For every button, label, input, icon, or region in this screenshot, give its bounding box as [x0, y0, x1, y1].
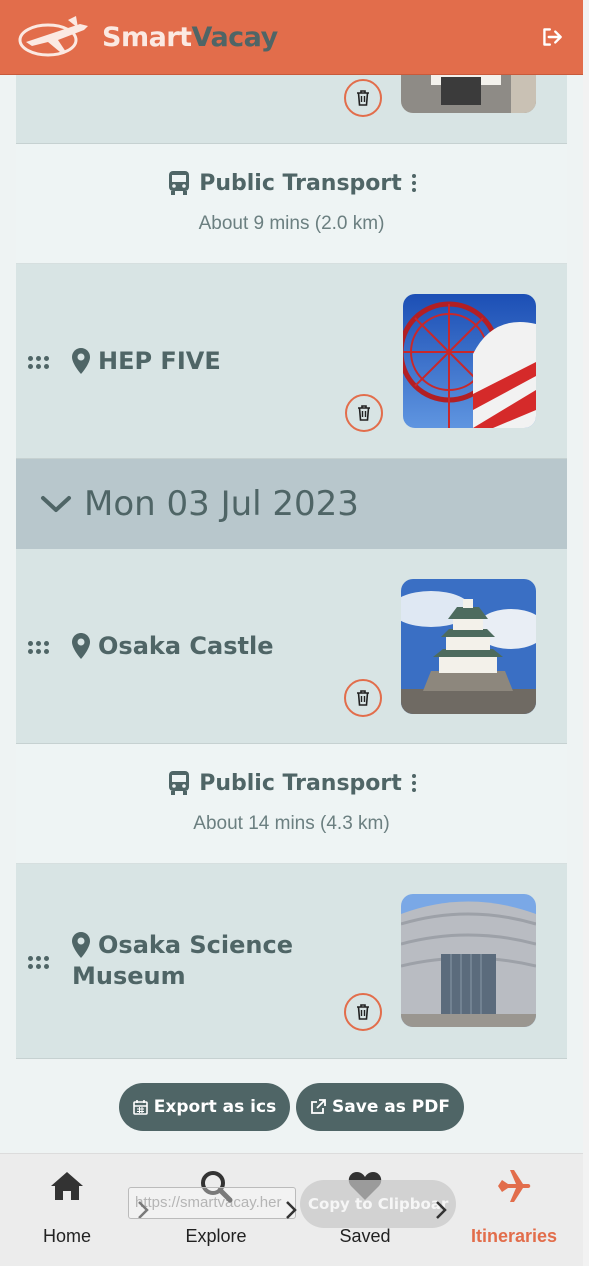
drag-handle-icon[interactable] [28, 641, 50, 655]
export-ics-button[interactable]: Export as ics [119, 1083, 290, 1131]
day-header[interactable]: Mon 03 Jul 2023 [16, 459, 567, 549]
trash-icon [358, 405, 370, 421]
chevron-right-icon[interactable] [434, 1199, 448, 1221]
save-pdf-button[interactable]: Save as PDF [296, 1083, 464, 1131]
delete-button[interactable] [344, 79, 382, 117]
trash-icon [357, 90, 369, 106]
map-pin-icon [72, 348, 90, 374]
page-scrollbar[interactable] [583, 0, 589, 1266]
bus-icon [169, 171, 190, 195]
place-card-osaka-science-museum[interactable]: Osaka Science Museum [16, 864, 567, 1059]
copy-to-clipboard-button[interactable]: Copy to Clipboar [300, 1180, 456, 1228]
place-card-hep-five[interactable]: HEP FIVE [16, 264, 567, 459]
transport-title: Public Transport [199, 770, 402, 796]
place-card-previous[interactable] [16, 15, 567, 144]
place-name[interactable]: HEP FIVE [98, 346, 221, 377]
brand-part-2: Vacay [191, 21, 279, 53]
map-pin-icon [72, 633, 90, 659]
calendar-icon [132, 1100, 148, 1115]
more-options-icon[interactable] [411, 174, 416, 192]
transport-segment[interactable]: Public Transport About 9 mins (2.0 km) [16, 144, 567, 264]
nav-itineraries-label: Itineraries [470, 1226, 558, 1246]
day-date: Mon 03 Jul 2023 [84, 484, 359, 524]
place-photo [401, 579, 536, 714]
place-name[interactable]: Osaka Science Museum [72, 930, 332, 992]
place-name[interactable]: Osaka Castle [98, 631, 273, 662]
app-header: SmartVacay [0, 0, 583, 75]
transport-title: Public Transport [199, 170, 402, 196]
chevron-right-icon[interactable] [284, 1199, 298, 1221]
place-photo [401, 894, 536, 1027]
place-photo [403, 294, 536, 428]
transport-segment[interactable]: Public Transport About 14 mins (4.3 km) [16, 744, 567, 864]
drag-handle-icon[interactable] [28, 356, 50, 370]
airplane-logo-icon [18, 16, 88, 57]
home-icon [51, 1172, 83, 1200]
bus-icon [169, 771, 190, 795]
more-options-icon[interactable] [411, 774, 416, 792]
nav-home[interactable]: Home [0, 1154, 140, 1266]
delete-button[interactable] [344, 679, 382, 717]
trash-icon [357, 690, 369, 706]
share-url-field[interactable]: https://smartvacay.her [128, 1187, 296, 1219]
nav-home-label: Home [42, 1226, 91, 1246]
transport-title-row: Public Transport [16, 770, 567, 796]
brand-part-1: Smart [102, 21, 192, 53]
place-card-osaka-castle[interactable]: Osaka Castle [16, 549, 567, 744]
external-link-icon [311, 1099, 326, 1114]
nav-explore-label: Explore [185, 1226, 247, 1246]
save-pdf-label: Save as PDF [332, 1097, 450, 1117]
brand-name: SmartVacay [102, 22, 278, 53]
export-ics-label: Export as ics [153, 1097, 277, 1117]
chevron-down-icon[interactable] [40, 494, 72, 514]
delete-button[interactable] [344, 993, 382, 1031]
place-name-line-2: Museum [72, 962, 186, 990]
nav-itineraries[interactable]: Itineraries [441, 1154, 587, 1266]
app-logo[interactable]: SmartVacay [18, 12, 278, 62]
transport-title-row: Public Transport [16, 170, 567, 196]
sign-out-icon[interactable] [539, 24, 565, 50]
trash-icon [357, 1004, 369, 1020]
nav-saved-label: Saved [339, 1226, 391, 1246]
transport-duration: About 14 mins (4.3 km) [193, 813, 390, 834]
transport-duration: About 9 mins (2.0 km) [198, 213, 385, 234]
drag-handle-icon[interactable] [28, 956, 50, 970]
delete-button[interactable] [345, 394, 383, 432]
airplane-icon [498, 1170, 531, 1202]
place-name-line-1: Osaka Science [98, 931, 293, 959]
